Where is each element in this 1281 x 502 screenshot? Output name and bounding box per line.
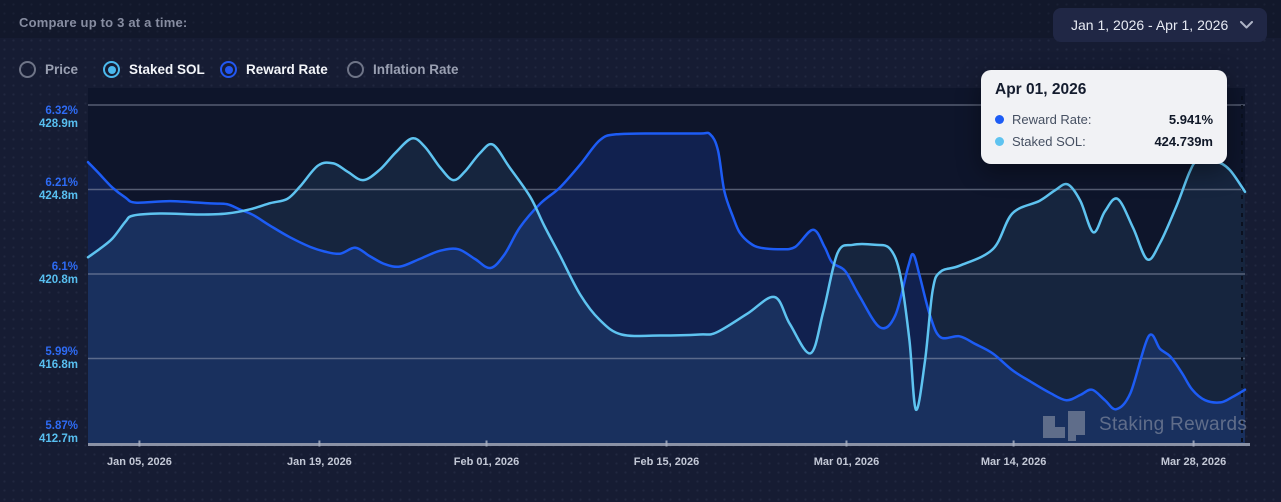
y-axis-label-pair: 6.21% 424.8m bbox=[2, 177, 78, 203]
x-axis-label: Feb 15, 2026 bbox=[633, 456, 700, 468]
y-label-percent: 6.32% bbox=[45, 105, 78, 117]
y-axis-label-pair: 5.87% 412.7m bbox=[2, 420, 78, 446]
reward-rate-dot-icon bbox=[995, 114, 1004, 124]
tooltip-date: Apr 01, 2026 bbox=[995, 81, 1087, 98]
tooltip-label: Reward Rate: bbox=[1012, 111, 1092, 127]
y-label-percent: 6.21% bbox=[45, 176, 78, 189]
staked-sol-dot-icon bbox=[995, 136, 1004, 146]
x-axis-label: Jan 19, 2026 bbox=[286, 456, 352, 468]
y-axis-label-pair: 5.99% 416.8m bbox=[2, 346, 78, 372]
chart-tooltip: Apr 01, 2026 Reward Rate: 5.941% Staked … bbox=[981, 70, 1227, 164]
tooltip-row-staked-sol: Staked SOL: 424.739m bbox=[995, 130, 1213, 152]
y-label-staked: 416.8m bbox=[38, 358, 78, 371]
y-label-percent: 5.99% bbox=[45, 345, 78, 358]
y-label-staked: 428.9m bbox=[38, 118, 78, 130]
y-label-staked: 420.8m bbox=[38, 274, 78, 286]
x-axis-label: Mar 01, 2026 bbox=[813, 456, 880, 468]
y-label-percent: 5.87% bbox=[45, 420, 78, 432]
tooltip-value: 424.739m bbox=[1154, 133, 1213, 149]
staking-rewards-logo-icon bbox=[1043, 411, 1085, 441]
x-axis-label: Feb 01, 2026 bbox=[453, 456, 520, 468]
x-axis-label: Jan 05, 2026 bbox=[107, 456, 172, 468]
watermark-text: Staking Rewards bbox=[1099, 414, 1248, 435]
y-label-percent: 6.1% bbox=[51, 261, 78, 273]
x-axis-label: Mar 14, 2026 bbox=[980, 456, 1047, 468]
tooltip-value: 5.941% bbox=[1168, 111, 1213, 127]
y-axis-label-pair: 6.1% 420.8m bbox=[2, 261, 78, 287]
x-axis-label: Mar 28, 2026 bbox=[1160, 456, 1227, 468]
tooltip-row-reward-rate: Reward Rate: 5.941% bbox=[995, 108, 1213, 130]
tooltip-label: Staked SOL: bbox=[1012, 133, 1086, 149]
y-label-staked: 424.8m bbox=[38, 189, 78, 202]
y-label-staked: 412.7m bbox=[38, 433, 78, 445]
y-axis-label-pair: 6.32% 428.9m bbox=[2, 105, 78, 131]
watermark: Staking Rewards bbox=[1041, 409, 1247, 441]
staking-rewards-compare-page: Compare up to 3 at a time: Jan 1, 2026 -… bbox=[0, 0, 1281, 502]
